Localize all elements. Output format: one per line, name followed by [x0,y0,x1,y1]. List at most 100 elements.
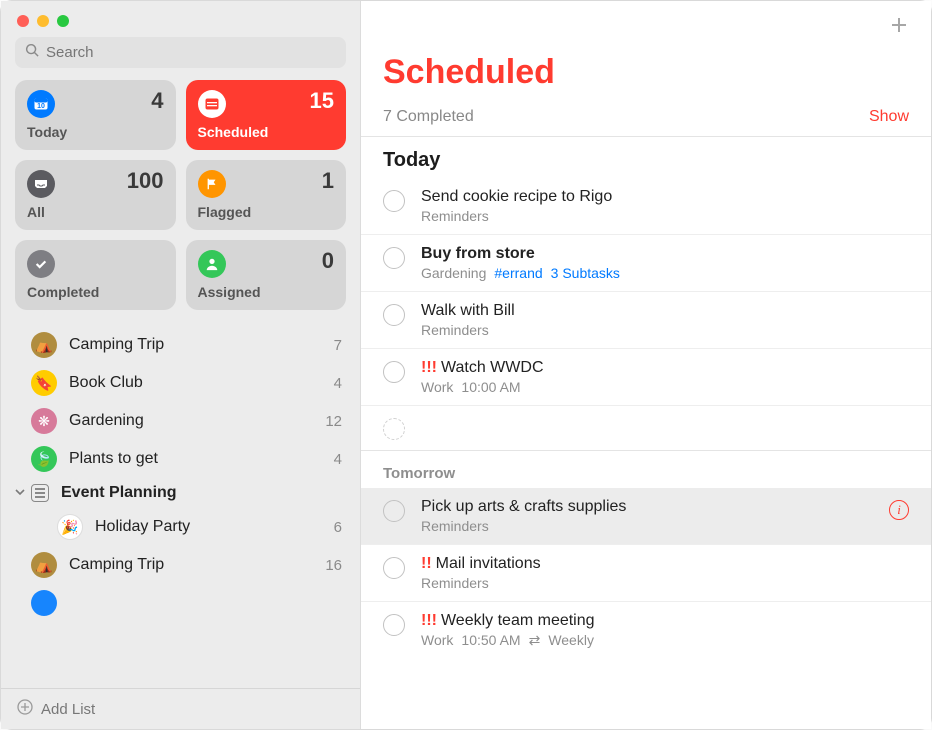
tent-icon: ⛺ [31,552,57,578]
list-count: 12 [325,413,342,430]
reminder-title: !!!Watch WWDC [421,359,909,377]
priority-indicator: !!! [421,612,437,629]
plus-circle-icon [17,699,41,719]
reminder-item[interactable]: Send cookie recipe to Rigo Reminders [361,178,931,235]
list-book-club[interactable]: 🔖 Book Club 4 [1,364,360,402]
person-icon [198,250,226,278]
svg-text:10: 10 [37,103,45,110]
reminder-title: Walk with Bill [421,302,909,320]
complete-toggle[interactable] [383,500,405,522]
reminder-list: Work [421,379,453,395]
smart-all-label: All [27,204,164,220]
reminder-item[interactable]: !!Mail invitations Reminders [361,545,931,602]
reminder-item[interactable]: Buy from store Gardening #errand 3 Subta… [361,235,931,292]
complete-toggle[interactable] [383,304,405,326]
smart-today[interactable]: 10 4 Today [15,80,176,150]
new-reminder-button[interactable] [889,15,909,39]
chevron-down-icon [15,484,29,502]
smart-lists: 10 4 Today 15 Scheduled 100 All [1,80,360,322]
list-label: Camping Trip [69,556,325,574]
list-camping-trip-2[interactable]: ⛺ Camping Trip 16 [1,546,360,584]
smart-assigned-count: 0 [322,248,334,274]
complete-toggle[interactable] [383,557,405,579]
new-reminder-placeholder[interactable] [361,406,931,450]
list-label: Holiday Party [95,518,334,536]
reminder-item[interactable]: !!!Watch WWDC Work 10:00 AM [361,349,931,406]
smart-today-label: Today [27,124,164,140]
complete-toggle[interactable] [383,247,405,269]
smart-completed-label: Completed [27,284,164,300]
window-controls [1,1,360,37]
smart-flagged-label: Flagged [198,204,335,220]
calendar-day-icon: 10 [27,90,55,118]
list-holiday-party[interactable]: 🎉 Holiday Party 6 [1,508,360,546]
list-count: 4 [334,451,342,468]
list-gardening[interactable]: ❋ Gardening 12 [1,402,360,440]
list-camping-trip[interactable]: ⛺ Camping Trip 7 [1,326,360,364]
reminder-title: Pick up arts & crafts supplies [421,498,881,516]
bookmark-icon: 🔖 [31,370,57,396]
complete-toggle-ghost [383,418,405,440]
page-title: Scheduled [361,43,931,100]
reminder-list: Reminders [421,208,489,224]
add-list-button[interactable]: Add List [1,688,360,729]
reminder-list: Gardening [421,265,486,281]
smart-scheduled[interactable]: 15 Scheduled [186,80,347,150]
complete-toggle[interactable] [383,361,405,383]
tent-icon: ⛺ [31,332,57,358]
reminder-item[interactable]: !!!Weekly team meeting Work 10:50 AM ⇄ W… [361,602,931,659]
reminder-list: Reminders [421,322,489,338]
search-input[interactable] [46,44,336,61]
minimize-window-button[interactable] [37,15,49,27]
stack-icon [31,484,49,502]
smart-scheduled-label: Scheduled [198,124,335,140]
list-label: Plants to get [69,450,334,468]
reminder-title: Send cookie recipe to Rigo [421,188,909,206]
list-label: Gardening [69,412,325,430]
complete-toggle[interactable] [383,614,405,636]
reminder-list: Reminders [421,518,489,534]
list-count: 4 [334,375,342,392]
sidebar: 10 4 Today 15 Scheduled 100 All [1,1,361,729]
tray-icon [27,170,55,198]
reminder-title: Buy from store [421,245,909,263]
smart-flagged-count: 1 [322,168,334,194]
close-window-button[interactable] [17,15,29,27]
list-count: 7 [334,337,342,354]
reminder-tag[interactable]: #errand [494,265,542,281]
reminder-list: Reminders [421,575,489,591]
smart-assigned-label: Assigned [198,284,335,300]
subtasks-link[interactable]: 3 Subtasks [551,265,620,281]
calendar-icon [198,90,226,118]
info-button[interactable]: i [889,500,909,520]
reminder-time: 10:50 AM [461,632,520,649]
reminder-item[interactable]: Pick up arts & crafts supplies Reminders… [361,488,931,545]
priority-indicator: !! [421,555,432,572]
reminder-list: Work [421,632,453,649]
section-header-tomorrow: Tomorrow [361,450,931,488]
reminder-time: 10:00 AM [461,379,520,395]
my-lists: ⛺ Camping Trip 7 🔖 Book Club 4 ❋ Gardeni… [1,322,360,688]
list-partial[interactable] [1,584,360,622]
group-event-planning[interactable]: Event Planning [1,478,360,508]
complete-toggle[interactable] [383,190,405,212]
smart-scheduled-count: 15 [310,88,334,114]
list-icon [31,590,57,616]
zoom-window-button[interactable] [57,15,69,27]
smart-all[interactable]: 100 All [15,160,176,230]
checkmark-icon [27,250,55,278]
list-plants-to-get[interactable]: 🍃 Plants to get 4 [1,440,360,478]
reminder-item[interactable]: Walk with Bill Reminders [361,292,931,349]
priority-indicator: !!! [421,359,437,376]
smart-flagged[interactable]: 1 Flagged [186,160,347,230]
group-label: Event Planning [61,484,342,502]
smart-assigned[interactable]: 0 Assigned [186,240,347,310]
list-count: 6 [334,519,342,536]
smart-completed[interactable]: Completed [15,240,176,310]
show-completed-button[interactable]: Show [869,108,909,126]
completed-count: 7 Completed [383,108,474,126]
section-header-today: Today [361,137,931,178]
search-field[interactable] [15,37,346,68]
smart-today-count: 4 [151,88,163,114]
reminder-title: !!!Weekly team meeting [421,612,909,630]
